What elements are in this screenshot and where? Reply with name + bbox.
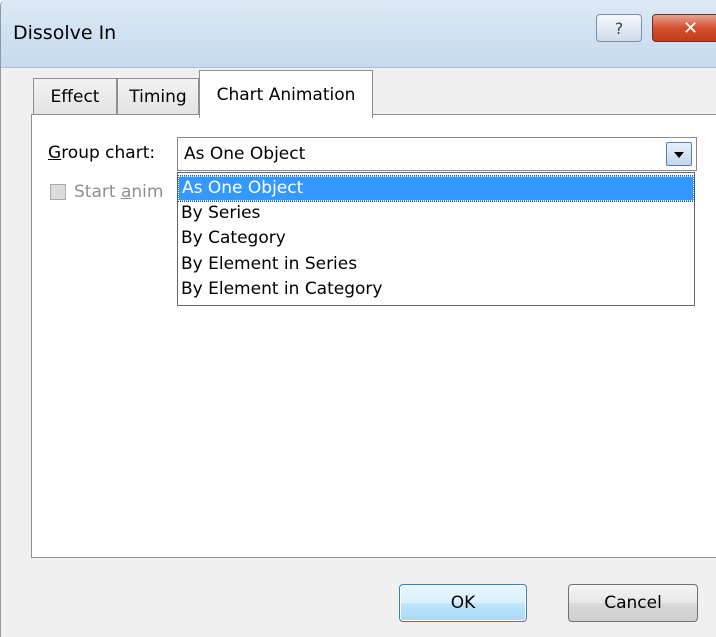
dialog-window: Dissolve In ? ✕ Effect Timing Chart Anim… bbox=[0, 0, 716, 637]
window-title: Dissolve In bbox=[13, 22, 117, 44]
tab-timing[interactable]: Timing bbox=[117, 78, 199, 114]
title-bar[interactable]: Dissolve In ? ✕ bbox=[1, 0, 716, 68]
option-by-category[interactable]: By Category bbox=[178, 227, 694, 252]
help-button[interactable]: ? bbox=[596, 14, 642, 42]
group-chart-label-accesskey: G bbox=[48, 143, 62, 163]
chevron-down-icon[interactable] bbox=[666, 142, 692, 166]
close-icon: ✕ bbox=[683, 17, 699, 39]
start-animation-row: Start anim bbox=[50, 182, 163, 202]
group-chart-value: As One Object bbox=[184, 144, 306, 164]
start-animation-label-accesskey: a bbox=[120, 182, 132, 202]
cancel-button[interactable]: Cancel bbox=[568, 584, 698, 622]
group-chart-select[interactable]: As One Object bbox=[177, 137, 697, 171]
help-icon: ? bbox=[614, 18, 624, 38]
start-animation-label-text: Start bbox=[74, 182, 121, 202]
option-by-element-in-category[interactable]: By Element in Category bbox=[178, 278, 694, 303]
option-as-one-object[interactable]: As One Object bbox=[177, 175, 695, 202]
close-button[interactable]: ✕ bbox=[652, 14, 716, 42]
start-animation-label-tail: nim bbox=[131, 182, 164, 202]
tab-chart-animation[interactable]: Chart Animation bbox=[199, 70, 373, 118]
group-chart-label-text: roup chart: bbox=[61, 143, 156, 163]
group-chart-label: Group chart: bbox=[48, 143, 155, 163]
start-animation-checkbox[interactable] bbox=[50, 184, 66, 200]
option-by-series[interactable]: By Series bbox=[178, 202, 694, 227]
start-animation-label: Start anim bbox=[74, 182, 163, 202]
group-chart-dropdown-list: As One Object By Series By Category By E… bbox=[177, 172, 695, 306]
tab-effect[interactable]: Effect bbox=[33, 78, 117, 114]
option-by-element-in-series[interactable]: By Element in Series bbox=[178, 253, 694, 278]
ok-button[interactable]: OK bbox=[399, 584, 527, 622]
